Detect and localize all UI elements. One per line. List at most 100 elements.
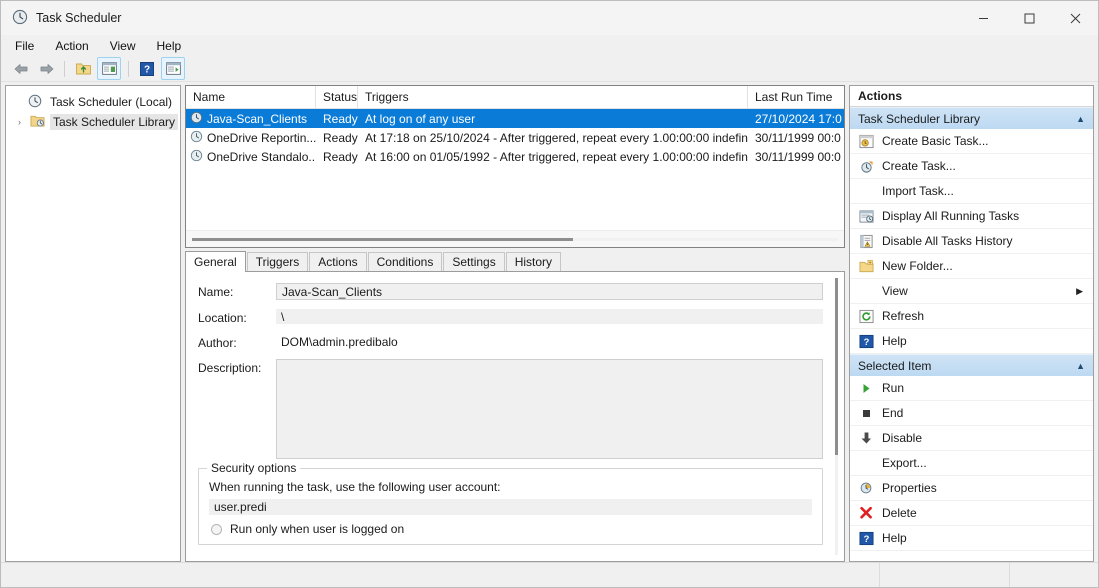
- action-disable[interactable]: Disable: [850, 426, 1093, 451]
- action-end[interactable]: End: [850, 401, 1093, 426]
- table-row[interactable]: OneDrive Reportin... Ready At 17:18 on 2…: [186, 128, 844, 147]
- actions-section-label-library: Task Scheduler Library: [858, 111, 981, 126]
- action-run[interactable]: Run: [850, 376, 1093, 401]
- clock-icon: [190, 149, 203, 165]
- task-list-horizontal-scrollbar[interactable]: [186, 230, 844, 247]
- maximize-button[interactable]: [1006, 1, 1052, 35]
- tree-item-task-scheduler-local[interactable]: Task Scheduler (Local): [10, 92, 178, 112]
- toolbar-separator: [64, 60, 65, 77]
- scrollbar-track[interactable]: [835, 278, 838, 555]
- action-delete[interactable]: Delete: [850, 501, 1093, 526]
- tree-expander-placeholder: [12, 97, 23, 108]
- action-new-folder[interactable]: New Folder...: [850, 254, 1093, 279]
- chevron-right-icon[interactable]: ›: [14, 117, 25, 128]
- chevron-up-icon[interactable]: ▲: [1076, 114, 1085, 124]
- column-header-name[interactable]: Name: [186, 86, 316, 108]
- security-prompt: When running the task, use the following…: [209, 480, 501, 494]
- action-help-selected-item[interactable]: ? Help: [850, 526, 1093, 551]
- menu-file[interactable]: File: [13, 38, 36, 54]
- action-view[interactable]: View ▶: [850, 279, 1093, 304]
- action-label: Import Task...: [882, 184, 954, 198]
- show-action-pane-icon[interactable]: [161, 57, 185, 80]
- help-icon: ?: [858, 333, 874, 349]
- center-column: Name Status Triggers Last Run Time Java-…: [185, 85, 845, 562]
- action-export[interactable]: Export...: [850, 451, 1093, 476]
- detail-vertical-scrollbar[interactable]: [829, 272, 844, 561]
- scrollbar-track[interactable]: [192, 237, 838, 241]
- title-bar: Task Scheduler: [1, 1, 1098, 35]
- action-create-task[interactable]: Create Task...: [850, 154, 1093, 179]
- menu-action[interactable]: Action: [53, 38, 90, 54]
- column-header-status[interactable]: Status: [316, 86, 358, 108]
- action-help-library[interactable]: ? Help: [850, 329, 1093, 354]
- menu-view[interactable]: View: [108, 38, 138, 54]
- task-scheduler-window: Task Scheduler File Action View Help ? T…: [0, 0, 1099, 588]
- task-name-cell: Java-Scan_Clients: [186, 111, 316, 127]
- menu-bar: File Action View Help: [1, 35, 1098, 56]
- table-row[interactable]: Java-Scan_Clients Ready At log on of any…: [186, 109, 844, 128]
- radio-icon[interactable]: [211, 523, 222, 535]
- clock-icon: [190, 111, 203, 127]
- status-bar-segment-2: [880, 563, 1010, 587]
- action-label: Display All Running Tasks: [882, 209, 1020, 223]
- security-options-title: Security options: [207, 461, 301, 475]
- help-icon[interactable]: ?: [136, 58, 158, 79]
- close-button[interactable]: [1052, 1, 1098, 35]
- tree-item-task-scheduler-library[interactable]: › Task Scheduler Library: [10, 112, 178, 132]
- back-icon[interactable]: [10, 58, 32, 79]
- description-label: Description:: [198, 361, 262, 375]
- minimize-button[interactable]: [960, 1, 1006, 35]
- action-label: Help: [882, 334, 907, 348]
- disable-icon: [858, 430, 874, 446]
- name-field[interactable]: Java-Scan_Clients: [276, 283, 823, 300]
- tab-history[interactable]: History: [505, 252, 562, 272]
- actions-section-header-library[interactable]: Task Scheduler Library ▲: [850, 107, 1093, 129]
- tab-actions[interactable]: Actions: [309, 252, 367, 272]
- end-icon: [858, 405, 874, 421]
- task-status-cell: Ready: [323, 130, 358, 145]
- description-field[interactable]: [276, 359, 823, 459]
- actions-section-header-selected-item[interactable]: Selected Item ▲: [850, 354, 1093, 376]
- table-row[interactable]: OneDrive Standalo... Ready At 16:00 on 0…: [186, 147, 844, 166]
- tab-triggers[interactable]: Triggers: [246, 252, 309, 272]
- column-header-last-run-time[interactable]: Last Run Time: [748, 86, 844, 108]
- window-controls: [960, 1, 1098, 35]
- tab-conditions[interactable]: Conditions: [367, 252, 443, 272]
- show-console-tree-icon[interactable]: [97, 57, 121, 80]
- svg-text:?: ?: [863, 336, 869, 346]
- action-display-all-running-tasks[interactable]: Display All Running Tasks: [850, 204, 1093, 229]
- action-create-basic-task[interactable]: Create Basic Task...: [850, 129, 1093, 154]
- action-label: Disable All Tasks History: [882, 234, 1013, 248]
- task-triggers-cell: At 17:18 on 25/10/2024 - After triggered…: [365, 130, 748, 145]
- action-properties[interactable]: Properties: [850, 476, 1093, 501]
- clock-icon: [12, 9, 28, 28]
- action-import-task[interactable]: Import Task...: [850, 179, 1093, 204]
- create-basic-task-icon: [858, 133, 874, 149]
- task-status-cell: Ready: [323, 149, 358, 164]
- chevron-up-icon[interactable]: ▲: [1076, 361, 1085, 371]
- console-tree-pane: Task Scheduler (Local) › Task Scheduler …: [5, 85, 181, 562]
- menu-help[interactable]: Help: [155, 38, 184, 54]
- status-bar: [1, 562, 1098, 587]
- task-name-label: OneDrive Reportin...: [207, 130, 316, 145]
- up-folder-icon[interactable]: [72, 58, 94, 79]
- folder-clock-icon: [30, 114, 45, 131]
- description-field-row: Description:: [198, 359, 823, 459]
- action-refresh[interactable]: Refresh: [850, 304, 1093, 329]
- scrollbar-thumb[interactable]: [835, 278, 838, 456]
- run-only-when-logged-on-option[interactable]: Run only when user is logged on: [209, 522, 812, 536]
- detail-body: Name: Java-Scan_Clients Location: \ Auth…: [185, 271, 845, 562]
- user-account-field[interactable]: user.predi: [209, 499, 812, 515]
- scrollbar-thumb[interactable]: [192, 237, 574, 241]
- display-running-tasks-icon: [858, 208, 874, 224]
- general-tab-content: Name: Java-Scan_Clients Location: \ Auth…: [186, 272, 829, 561]
- action-label: New Folder...: [882, 259, 953, 273]
- clock-icon: [28, 94, 42, 111]
- create-task-icon: [858, 158, 874, 174]
- action-disable-all-tasks-history[interactable]: Disable All Tasks History: [850, 229, 1093, 254]
- column-header-triggers[interactable]: Triggers: [358, 86, 748, 108]
- tab-general[interactable]: General: [185, 251, 246, 272]
- forward-icon[interactable]: [35, 58, 57, 79]
- tab-settings[interactable]: Settings: [443, 252, 505, 272]
- toolbar-separator-2: [128, 60, 129, 77]
